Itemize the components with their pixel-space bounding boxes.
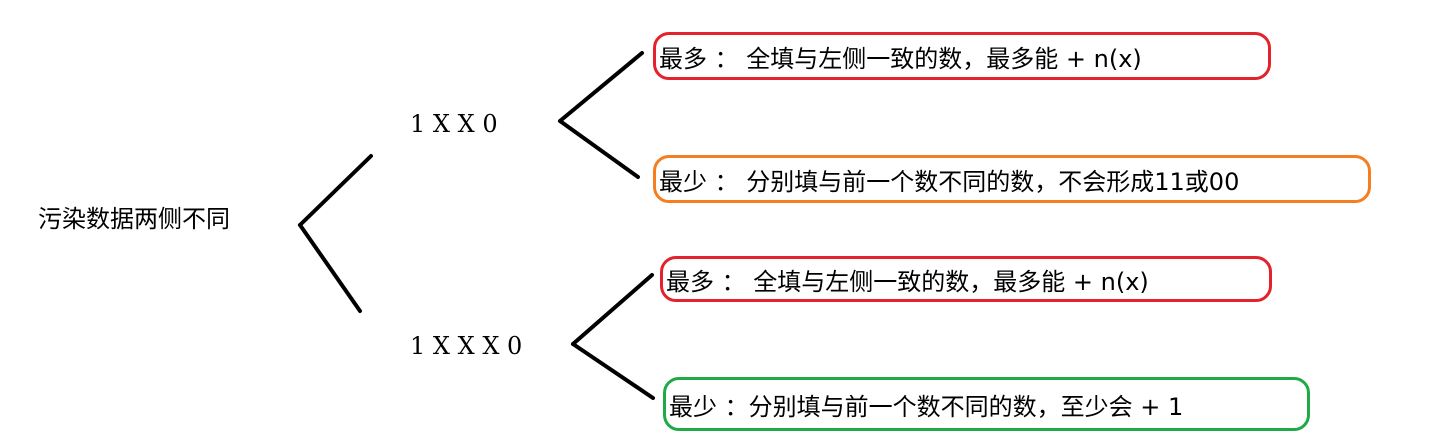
case-2-max-box: 最多 ： 全填与左侧一致的数，最多能 + n(x) [660, 256, 1272, 302]
case-2-sequence: 1 X X X 0 [410, 332, 523, 360]
case-1-min-label: 最少 ： 分别填与前一个数不同的数，不会形成11或00 [659, 167, 1240, 196]
case-1-max-box: 最多 ： 全填与左侧一致的数，最多能 + n(x) [653, 32, 1271, 80]
root-branch-upper [298, 154, 373, 227]
case-1-sequence: 1 X X 0 [410, 110, 498, 138]
case-2-min-box: 最少 ：分别填与前一个数不同的数，至少会 + 1 [663, 377, 1310, 431]
case-1-branch-lower [558, 119, 640, 179]
case-2-max-label: 最多 ： 全填与左侧一致的数，最多能 + n(x) [666, 267, 1149, 296]
tree-diagram: 污染数据两侧不同 1 X X 0 1 X X X 0 最多 ： 全填与左侧一致的… [0, 0, 1431, 448]
case-2-min-label: 最少 ：分别填与前一个数不同的数，至少会 + 1 [669, 392, 1184, 421]
case-2-branch-upper [571, 273, 654, 346]
case-1-min-box: 最少 ： 分别填与前一个数不同的数，不会形成11或00 [653, 155, 1371, 203]
root-label: 污染数据两侧不同 [38, 205, 230, 233]
root-branch-lower [298, 223, 362, 313]
case-1-branch-upper [558, 51, 644, 123]
case-2-branch-lower [571, 342, 655, 400]
case-1-max-label: 最多 ： 全填与左侧一致的数，最多能 + n(x) [659, 44, 1142, 73]
